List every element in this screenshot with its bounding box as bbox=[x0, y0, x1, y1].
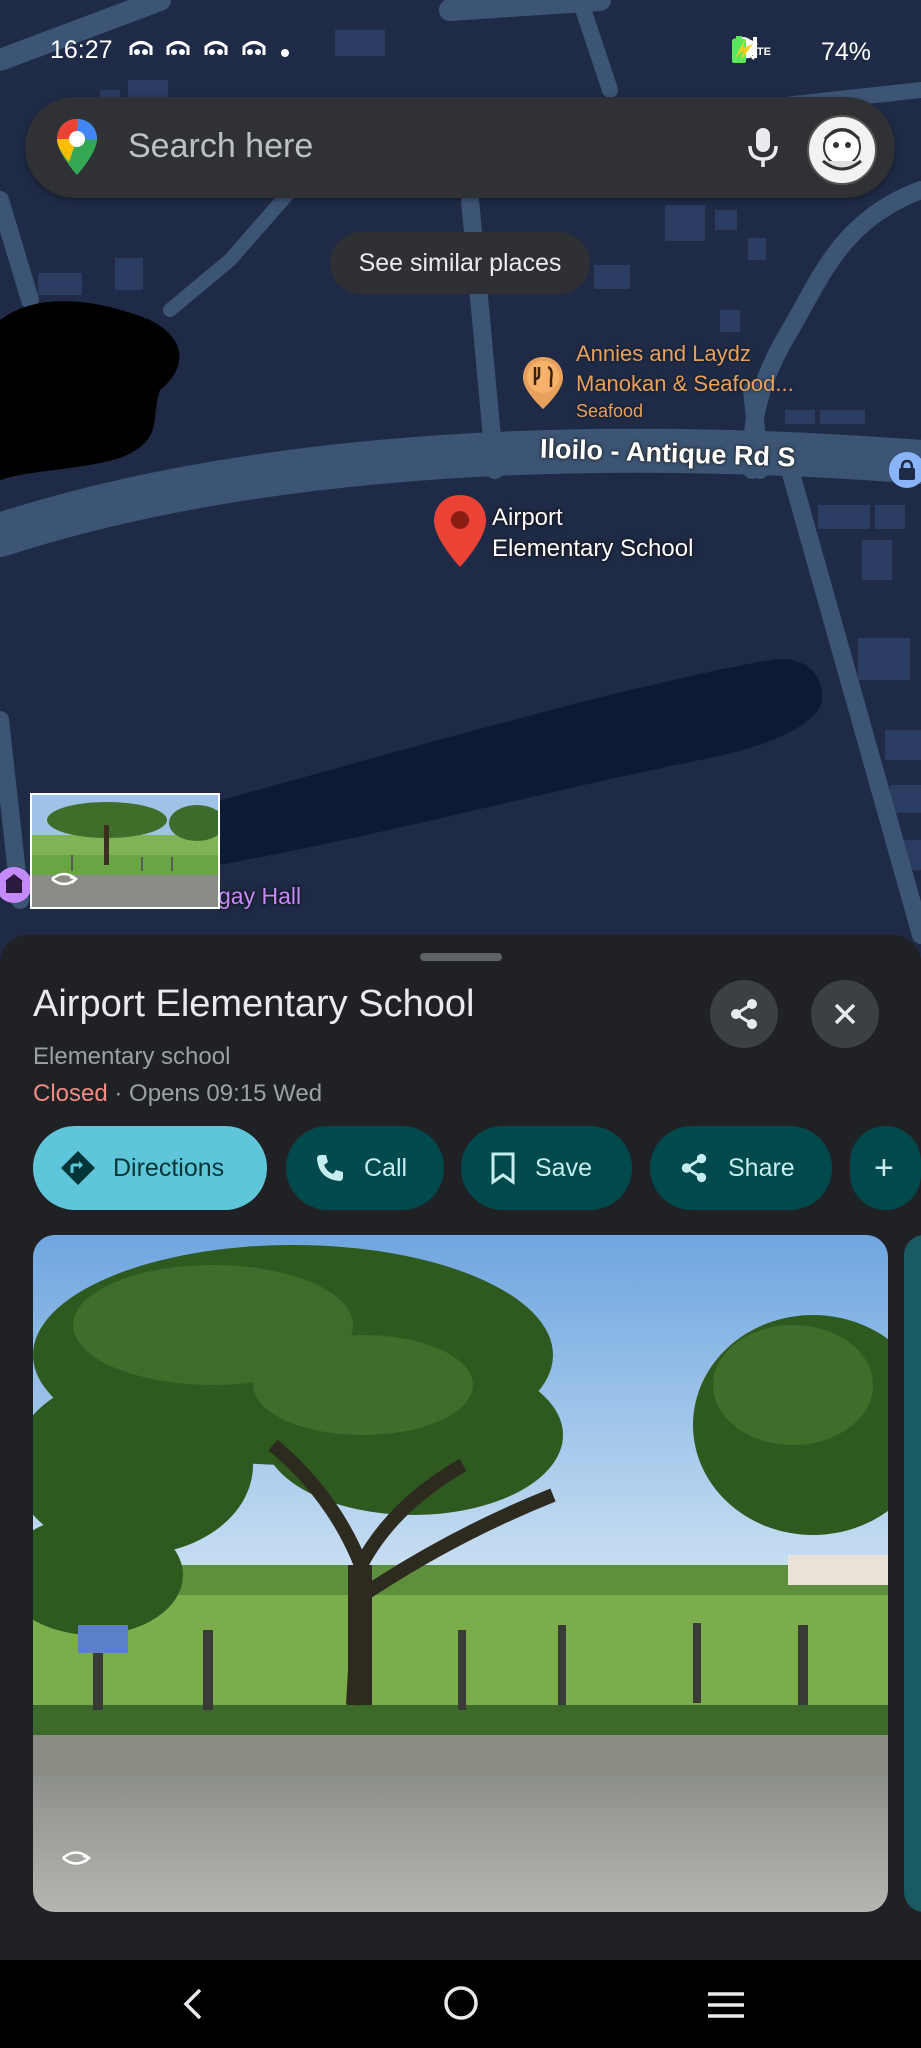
share-icon bbox=[731, 999, 757, 1029]
place-category: Elementary school bbox=[33, 1043, 231, 1070]
system-navigation-bar bbox=[0, 1960, 921, 2048]
add-icon: + bbox=[874, 1148, 894, 1187]
directions-button[interactable]: Directions bbox=[33, 1126, 267, 1210]
search-bar[interactable]: Search here bbox=[25, 97, 895, 198]
open-status: Closed bbox=[33, 1080, 108, 1107]
notification-icon bbox=[241, 38, 267, 58]
hall-label[interactable]: gay Hall bbox=[218, 881, 301, 911]
bookmark-icon bbox=[489, 1151, 517, 1185]
street-view-photo bbox=[33, 1235, 888, 1912]
battery-percent: 74% bbox=[820, 37, 871, 66]
back-icon[interactable] bbox=[180, 1986, 206, 2027]
account-avatar[interactable] bbox=[807, 115, 877, 185]
share-icon-button[interactable] bbox=[710, 980, 778, 1048]
search-input[interactable]: Search here bbox=[128, 127, 313, 166]
place-hours[interactable]: Closed · Opens 09:15 Wed bbox=[33, 1080, 322, 1108]
street-view-thumbnail[interactable] bbox=[30, 793, 220, 909]
status-icons: LTE 74% bbox=[731, 36, 871, 68]
drag-handle[interactable] bbox=[420, 953, 502, 961]
opening-time: Opens 09:15 Wed bbox=[129, 1080, 323, 1107]
selected-place-label[interactable]: Airport Elementary School bbox=[492, 502, 693, 564]
place-details-sheet[interactable]: Airport Elementary School Elementary sch… bbox=[0, 935, 921, 1960]
status-time: 16:27 bbox=[50, 36, 113, 64]
share-button[interactable]: Share bbox=[650, 1126, 832, 1210]
place-title: Airport Elementary School bbox=[33, 983, 475, 1025]
place-photo[interactable] bbox=[33, 1235, 888, 1912]
close-button[interactable] bbox=[811, 980, 879, 1048]
status-bar: 16:27 LTE 74% bbox=[0, 0, 921, 110]
more-actions-button[interactable]: + bbox=[850, 1126, 921, 1210]
notification-icon bbox=[128, 38, 154, 58]
shopping-bag-icon bbox=[889, 452, 921, 488]
restaurant-icon bbox=[523, 357, 563, 409]
save-button[interactable]: Save bbox=[461, 1126, 632, 1210]
notification-icon bbox=[203, 38, 229, 58]
see-similar-places-chip[interactable]: See similar places bbox=[330, 232, 590, 294]
more-notifications-dot bbox=[281, 49, 289, 57]
notification-icon bbox=[165, 38, 191, 58]
home-icon[interactable] bbox=[442, 1984, 480, 2027]
share-icon bbox=[678, 1152, 710, 1184]
recents-icon[interactable] bbox=[706, 1990, 746, 2025]
map-pin-icon bbox=[434, 495, 486, 567]
call-button[interactable]: Call bbox=[286, 1126, 444, 1210]
street-view-360-icon bbox=[59, 1847, 93, 1874]
phone-icon bbox=[314, 1152, 346, 1184]
restaurant-label[interactable]: Annies and Laydz Manokan & Seafood... Se… bbox=[576, 339, 794, 423]
next-photo-preview[interactable] bbox=[904, 1235, 921, 1912]
close-icon bbox=[834, 1003, 856, 1025]
directions-icon bbox=[61, 1151, 95, 1185]
map-view[interactable]: 16:27 LTE 74% Search here See similar pl… bbox=[0, 0, 921, 960]
